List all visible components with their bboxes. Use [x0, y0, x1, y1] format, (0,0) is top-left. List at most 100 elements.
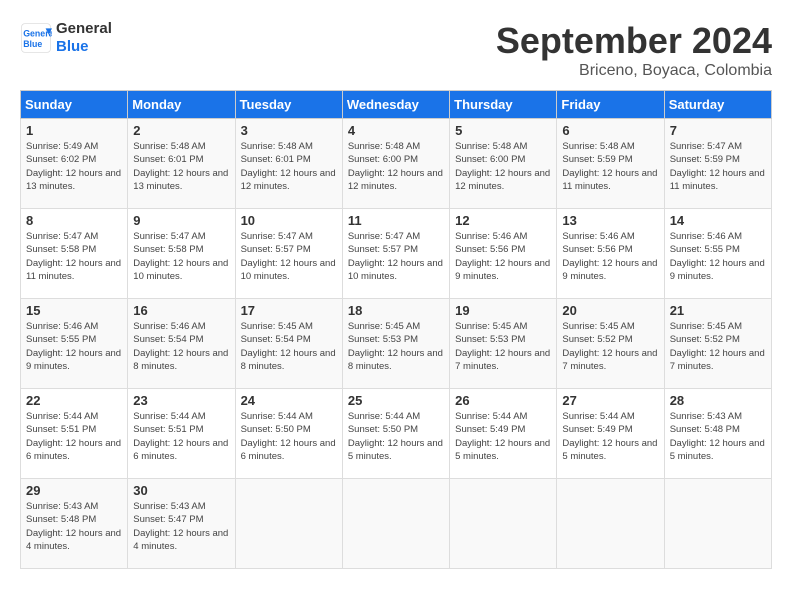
day-info: Sunrise: 5:45 AM Sunset: 5:53 PM Dayligh… — [348, 320, 444, 373]
calendar-cell: 7 Sunrise: 5:47 AM Sunset: 5:59 PM Dayli… — [664, 119, 771, 209]
month-title: September 2024 — [496, 20, 772, 62]
day-info: Sunrise: 5:43 AM Sunset: 5:48 PM Dayligh… — [26, 500, 122, 553]
day-info: Sunrise: 5:48 AM Sunset: 6:00 PM Dayligh… — [455, 140, 551, 193]
day-number: 11 — [348, 213, 444, 228]
day-number: 4 — [348, 123, 444, 138]
day-number: 25 — [348, 393, 444, 408]
logo-general: General — [56, 20, 112, 38]
calendar-cell: 3 Sunrise: 5:48 AM Sunset: 6:01 PM Dayli… — [235, 119, 342, 209]
day-number: 14 — [670, 213, 766, 228]
day-info: Sunrise: 5:46 AM Sunset: 5:55 PM Dayligh… — [26, 320, 122, 373]
calendar-row-2: 8 Sunrise: 5:47 AM Sunset: 5:58 PM Dayli… — [21, 209, 772, 299]
day-number: 22 — [26, 393, 122, 408]
calendar-cell — [450, 479, 557, 569]
calendar-cell — [235, 479, 342, 569]
day-info: Sunrise: 5:45 AM Sunset: 5:52 PM Dayligh… — [670, 320, 766, 373]
calendar-cell: 5 Sunrise: 5:48 AM Sunset: 6:00 PM Dayli… — [450, 119, 557, 209]
day-info: Sunrise: 5:44 AM Sunset: 5:50 PM Dayligh… — [348, 410, 444, 463]
day-number: 15 — [26, 303, 122, 318]
calendar-cell: 25 Sunrise: 5:44 AM Sunset: 5:50 PM Dayl… — [342, 389, 449, 479]
day-info: Sunrise: 5:44 AM Sunset: 5:51 PM Dayligh… — [26, 410, 122, 463]
day-number: 24 — [241, 393, 337, 408]
day-number: 16 — [133, 303, 229, 318]
day-info: Sunrise: 5:46 AM Sunset: 5:56 PM Dayligh… — [562, 230, 658, 283]
day-info: Sunrise: 5:44 AM Sunset: 5:49 PM Dayligh… — [562, 410, 658, 463]
col-monday: Monday — [128, 91, 235, 119]
col-wednesday: Wednesday — [342, 91, 449, 119]
calendar-body: 1 Sunrise: 5:49 AM Sunset: 6:02 PM Dayli… — [21, 119, 772, 569]
col-sunday: Sunday — [21, 91, 128, 119]
day-info: Sunrise: 5:47 AM Sunset: 5:57 PM Dayligh… — [348, 230, 444, 283]
calendar-cell: 23 Sunrise: 5:44 AM Sunset: 5:51 PM Dayl… — [128, 389, 235, 479]
calendar-cell: 18 Sunrise: 5:45 AM Sunset: 5:53 PM Dayl… — [342, 299, 449, 389]
day-number: 8 — [26, 213, 122, 228]
day-number: 7 — [670, 123, 766, 138]
day-info: Sunrise: 5:46 AM Sunset: 5:55 PM Dayligh… — [670, 230, 766, 283]
day-number: 27 — [562, 393, 658, 408]
calendar-cell — [557, 479, 664, 569]
calendar-row-5: 29 Sunrise: 5:43 AM Sunset: 5:48 PM Dayl… — [21, 479, 772, 569]
day-info: Sunrise: 5:45 AM Sunset: 5:53 PM Dayligh… — [455, 320, 551, 373]
calendar-cell: 15 Sunrise: 5:46 AM Sunset: 5:55 PM Dayl… — [21, 299, 128, 389]
calendar-cell — [664, 479, 771, 569]
calendar-cell: 6 Sunrise: 5:48 AM Sunset: 5:59 PM Dayli… — [557, 119, 664, 209]
calendar-cell: 2 Sunrise: 5:48 AM Sunset: 6:01 PM Dayli… — [128, 119, 235, 209]
day-info: Sunrise: 5:47 AM Sunset: 5:58 PM Dayligh… — [26, 230, 122, 283]
day-info: Sunrise: 5:47 AM Sunset: 5:58 PM Dayligh… — [133, 230, 229, 283]
day-number: 12 — [455, 213, 551, 228]
day-info: Sunrise: 5:48 AM Sunset: 6:00 PM Dayligh… — [348, 140, 444, 193]
day-number: 9 — [133, 213, 229, 228]
logo: General Blue General Blue — [20, 20, 112, 56]
calendar-cell: 8 Sunrise: 5:47 AM Sunset: 5:58 PM Dayli… — [21, 209, 128, 299]
calendar-cell: 16 Sunrise: 5:46 AM Sunset: 5:54 PM Dayl… — [128, 299, 235, 389]
day-info: Sunrise: 5:49 AM Sunset: 6:02 PM Dayligh… — [26, 140, 122, 193]
day-info: Sunrise: 5:45 AM Sunset: 5:52 PM Dayligh… — [562, 320, 658, 373]
day-number: 10 — [241, 213, 337, 228]
calendar-cell: 11 Sunrise: 5:47 AM Sunset: 5:57 PM Dayl… — [342, 209, 449, 299]
calendar-cell: 22 Sunrise: 5:44 AM Sunset: 5:51 PM Dayl… — [21, 389, 128, 479]
day-info: Sunrise: 5:45 AM Sunset: 5:54 PM Dayligh… — [241, 320, 337, 373]
day-number: 6 — [562, 123, 658, 138]
calendar-cell — [342, 479, 449, 569]
day-number: 18 — [348, 303, 444, 318]
day-info: Sunrise: 5:43 AM Sunset: 5:48 PM Dayligh… — [670, 410, 766, 463]
day-number: 3 — [241, 123, 337, 138]
day-info: Sunrise: 5:48 AM Sunset: 5:59 PM Dayligh… — [562, 140, 658, 193]
day-info: Sunrise: 5:47 AM Sunset: 5:57 PM Dayligh… — [241, 230, 337, 283]
day-number: 21 — [670, 303, 766, 318]
calendar-row-3: 15 Sunrise: 5:46 AM Sunset: 5:55 PM Dayl… — [21, 299, 772, 389]
calendar-cell: 28 Sunrise: 5:43 AM Sunset: 5:48 PM Dayl… — [664, 389, 771, 479]
day-number: 1 — [26, 123, 122, 138]
calendar-cell: 30 Sunrise: 5:43 AM Sunset: 5:47 PM Dayl… — [128, 479, 235, 569]
calendar-row-4: 22 Sunrise: 5:44 AM Sunset: 5:51 PM Dayl… — [21, 389, 772, 479]
day-info: Sunrise: 5:43 AM Sunset: 5:47 PM Dayligh… — [133, 500, 229, 553]
day-number: 30 — [133, 483, 229, 498]
calendar-cell: 21 Sunrise: 5:45 AM Sunset: 5:52 PM Dayl… — [664, 299, 771, 389]
calendar-cell: 4 Sunrise: 5:48 AM Sunset: 6:00 PM Dayli… — [342, 119, 449, 209]
day-number: 2 — [133, 123, 229, 138]
col-saturday: Saturday — [664, 91, 771, 119]
day-info: Sunrise: 5:44 AM Sunset: 5:50 PM Dayligh… — [241, 410, 337, 463]
logo-icon: General Blue — [20, 22, 52, 54]
day-number: 19 — [455, 303, 551, 318]
calendar-cell: 9 Sunrise: 5:47 AM Sunset: 5:58 PM Dayli… — [128, 209, 235, 299]
title-section: September 2024 Briceno, Boyaca, Colombia — [496, 20, 772, 80]
day-number: 13 — [562, 213, 658, 228]
col-tuesday: Tuesday — [235, 91, 342, 119]
calendar-table: Sunday Monday Tuesday Wednesday Thursday… — [20, 90, 772, 569]
calendar-cell: 20 Sunrise: 5:45 AM Sunset: 5:52 PM Dayl… — [557, 299, 664, 389]
calendar-cell: 19 Sunrise: 5:45 AM Sunset: 5:53 PM Dayl… — [450, 299, 557, 389]
day-number: 29 — [26, 483, 122, 498]
day-info: Sunrise: 5:44 AM Sunset: 5:49 PM Dayligh… — [455, 410, 551, 463]
day-number: 17 — [241, 303, 337, 318]
calendar-header-row: Sunday Monday Tuesday Wednesday Thursday… — [21, 91, 772, 119]
day-number: 28 — [670, 393, 766, 408]
calendar-cell: 14 Sunrise: 5:46 AM Sunset: 5:55 PM Dayl… — [664, 209, 771, 299]
day-number: 20 — [562, 303, 658, 318]
day-info: Sunrise: 5:48 AM Sunset: 6:01 PM Dayligh… — [133, 140, 229, 193]
col-friday: Friday — [557, 91, 664, 119]
location-subtitle: Briceno, Boyaca, Colombia — [496, 62, 772, 80]
calendar-cell: 26 Sunrise: 5:44 AM Sunset: 5:49 PM Dayl… — [450, 389, 557, 479]
calendar-cell: 13 Sunrise: 5:46 AM Sunset: 5:56 PM Dayl… — [557, 209, 664, 299]
day-number: 26 — [455, 393, 551, 408]
